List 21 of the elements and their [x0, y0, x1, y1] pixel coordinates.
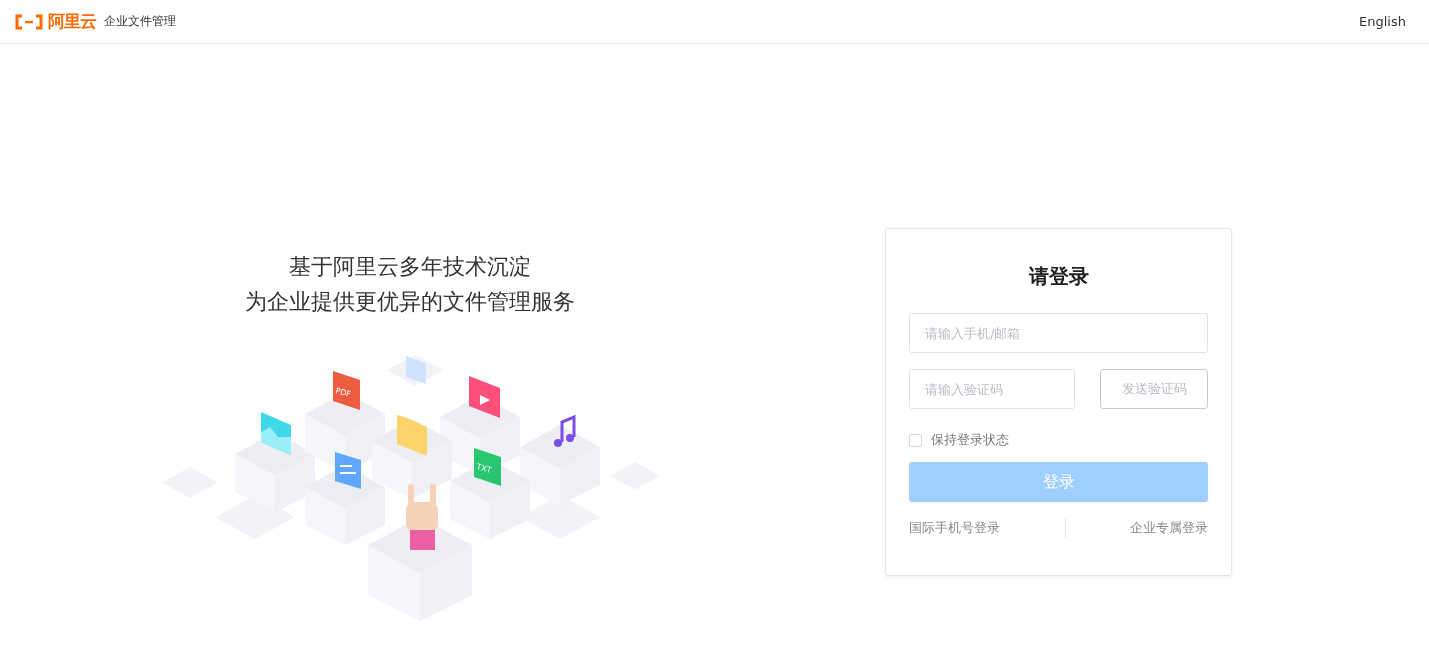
photo-file-icon	[406, 356, 426, 384]
play-file-icon	[469, 376, 500, 418]
remember-label: 保持登录状态	[931, 431, 1009, 449]
checkbox[interactable]	[909, 433, 922, 447]
brand-name: 阿里云	[48, 10, 96, 33]
logo-icon	[14, 13, 44, 30]
send-code-button[interactable]: 发送验证码	[1100, 369, 1208, 409]
hand-drawing	[406, 484, 438, 550]
music-note-icon	[554, 414, 576, 447]
enterprise-login-link[interactable]: 企业专属登录	[1130, 519, 1208, 537]
login-title: 请登录	[1027, 263, 1090, 290]
txt-file-icon: TXT	[474, 448, 501, 486]
code-field[interactable]: 请输入验证码	[909, 369, 1075, 409]
language-link[interactable]: English	[1359, 14, 1406, 29]
account-field[interactable]: 请输入手机/邮箱	[909, 313, 1208, 353]
image-file-icon	[261, 412, 291, 455]
slogan: 基于阿里云多年技术沉淀 为企业提供更优异的文件管理服务	[245, 253, 575, 316]
folder-icon	[397, 415, 427, 456]
intl-phone-login-link[interactable]: 国际手机号登录	[909, 519, 1000, 537]
pdf-file-icon: PDF	[333, 371, 360, 410]
product-name: 企业文件管理	[104, 13, 176, 30]
